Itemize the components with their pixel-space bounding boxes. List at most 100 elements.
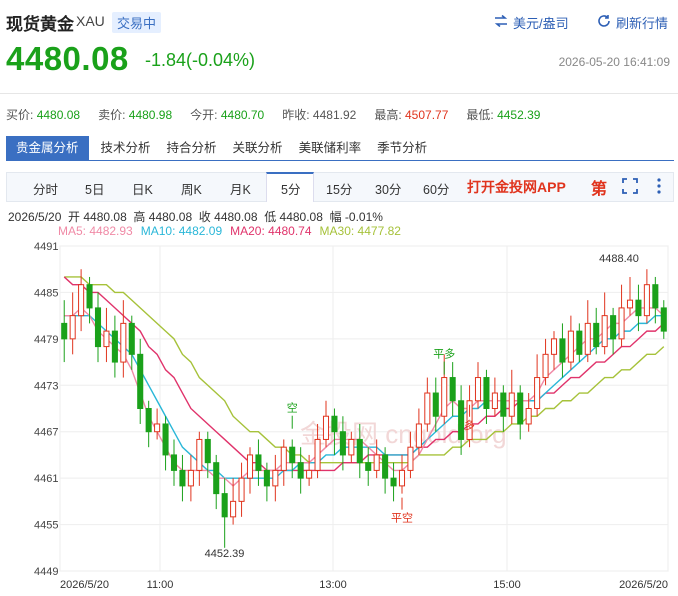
quote-datetime: 2026-05-20 16:41:09 [558, 55, 670, 69]
candle-body [137, 353, 144, 410]
ma5-legend: MA5: 4482.93 [58, 224, 133, 238]
candle-body [483, 377, 490, 410]
price-change: -1.84(-0.04%) [145, 50, 256, 70]
high-item: 最高: 4507.77 [374, 106, 448, 123]
candle [145, 400, 152, 448]
tab-precious-metal-analysis[interactable]: 贵金属分析 [6, 136, 89, 160]
currency-unit-label: 美元/盎司 [513, 16, 569, 31]
candle [534, 354, 541, 417]
prev-close-value: 4481.92 [312, 108, 357, 122]
candle-body [424, 392, 431, 425]
candle-body [289, 446, 296, 464]
candle [542, 338, 549, 386]
quote-summary: 买价: 4480.08 卖价: 4480.98 今开: 4480.70 昨收: … [6, 106, 540, 123]
ma10-legend: MA10: 4482.09 [140, 224, 223, 238]
low-label: 最低: [466, 108, 494, 122]
candle [69, 292, 76, 355]
y-tick-label: 4485 [34, 287, 58, 299]
candle-body [449, 377, 456, 402]
candle-body [626, 299, 634, 309]
candle-body [331, 415, 338, 433]
candle-body [618, 307, 625, 340]
candle-body [162, 423, 169, 456]
candle-body [255, 454, 262, 471]
period-day-k[interactable]: 日K [132, 179, 153, 198]
tab-correlation-analysis[interactable]: 关联分析 [225, 136, 291, 160]
candle-body [576, 330, 583, 355]
open-app-link[interactable]: 打开金投网APP [467, 177, 566, 197]
candle [280, 439, 287, 486]
candle-body [111, 330, 118, 363]
tab-seasonal-analysis[interactable]: 季节分析 [369, 136, 435, 160]
y-tick-label: 4479 [34, 334, 58, 346]
candle-body [213, 462, 220, 495]
period-low-label: 4452.39 [205, 548, 245, 560]
candle-body [238, 477, 245, 502]
candle-body [86, 284, 93, 309]
period-30min[interactable]: 30分 [375, 179, 401, 198]
candle-body [398, 469, 406, 487]
candle-body [458, 400, 465, 440]
candle [128, 315, 135, 370]
candle [618, 284, 625, 347]
candle [289, 439, 296, 479]
ask-item: 卖价: 4480.98 [98, 106, 172, 123]
x-tick-label: 2026/5/20 [619, 579, 668, 591]
y-tick-label: 4467 [34, 427, 58, 439]
status-badge: 交易中 [112, 12, 162, 33]
currency-unit-button[interactable]: 美元/盎司 [494, 13, 569, 32]
divider [0, 93, 678, 94]
ma20-legend: MA20: 4480.74 [230, 224, 312, 238]
more-menu-icon[interactable] [656, 178, 662, 199]
tab-fed-rate[interactable]: 美联储利率 [291, 136, 370, 160]
candle [170, 439, 178, 486]
candle-body [550, 338, 558, 355]
candle-body [593, 322, 600, 348]
tabs-underline [6, 160, 674, 161]
candle-body [120, 322, 127, 363]
fullscreen-icon[interactable] [622, 178, 638, 199]
candle-body [525, 408, 532, 425]
candle-body [643, 284, 650, 317]
app-logo: 第 [591, 181, 608, 198]
candle-body [170, 454, 178, 471]
candle [643, 269, 650, 324]
candle-body [154, 423, 161, 433]
candle-body [407, 446, 414, 471]
period-month-k[interactable]: 月K [230, 179, 251, 198]
candlestick-chart[interactable]: 4449 4455 4461 4467 4473 4479 4485 4491 2026/5/2… [0, 238, 678, 596]
candle-body [474, 377, 482, 402]
candle [567, 315, 574, 370]
period-60min[interactable]: 60分 [423, 179, 449, 198]
candle-body [365, 462, 372, 471]
candle-body [500, 392, 507, 417]
y-tick-label: 4449 [34, 566, 58, 578]
candle-body [508, 392, 515, 417]
candle-body [78, 284, 85, 317]
bid-label: 买价: [6, 108, 34, 122]
trade-signal-marker: 多 [464, 418, 475, 432]
candle [576, 323, 583, 363]
period-5day[interactable]: 5日 [85, 179, 104, 198]
period-15min[interactable]: 15分 [326, 179, 352, 198]
candle-body [348, 438, 355, 456]
candle-body [221, 493, 228, 518]
tab-technical-analysis[interactable]: 技术分析 [93, 136, 159, 160]
candle [120, 300, 127, 378]
refresh-button[interactable]: 刷新行情 [597, 13, 668, 32]
candle [187, 454, 194, 502]
refresh-label: 刷新行情 [616, 16, 669, 31]
candle [610, 307, 617, 355]
current-price: 4480.08 [6, 40, 129, 77]
x-tick-label: 2026/5/20 [60, 579, 109, 591]
candle [491, 377, 498, 417]
candle-body [322, 415, 330, 440]
bid-item: 买价: 4480.08 [6, 106, 80, 123]
tab-position-analysis[interactable]: 持合分析 [159, 136, 225, 160]
period-timeshare[interactable]: 分时 [33, 179, 58, 198]
candle-body [145, 408, 152, 433]
period-5min[interactable]: 5分 [281, 179, 300, 198]
period-week-k[interactable]: 周K [181, 179, 202, 198]
low-item: 最低: 4452.39 [466, 106, 540, 123]
candle-body [94, 307, 102, 348]
